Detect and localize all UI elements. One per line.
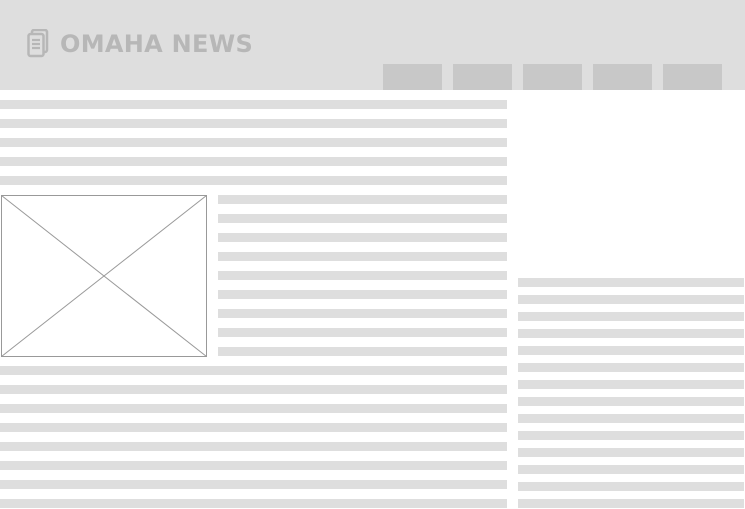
sidebar-line (518, 278, 744, 287)
sidebar-line (518, 431, 744, 440)
site-title: OMAHA NEWS (60, 30, 254, 58)
site-logo[interactable]: OMAHA NEWS (27, 29, 253, 59)
text-line (0, 176, 507, 185)
sidebar-line (518, 499, 744, 508)
sidebar-line (518, 363, 744, 372)
nav-tab-3[interactable] (523, 64, 582, 90)
nav-tab-2[interactable] (453, 64, 512, 90)
text-line (218, 214, 507, 223)
text-line (0, 385, 507, 394)
newspaper-icon (27, 29, 49, 58)
text-line (218, 290, 507, 299)
text-line (218, 271, 507, 280)
text-line (0, 119, 507, 128)
sidebar-line (518, 312, 744, 321)
sidebar-line (518, 414, 744, 423)
sidebar-line (518, 397, 744, 406)
sidebar-line (518, 448, 744, 457)
nav-tab-5[interactable] (663, 64, 722, 90)
text-line (0, 442, 507, 451)
text-line (218, 328, 507, 337)
text-line (0, 423, 507, 432)
sidebar-line (518, 346, 744, 355)
sidebar-line (518, 295, 744, 304)
text-line (218, 252, 507, 261)
text-line (218, 233, 507, 242)
text-line (218, 195, 507, 204)
text-line (0, 100, 507, 109)
sidebar-line (518, 329, 744, 338)
text-line (218, 347, 507, 356)
sidebar-line (518, 380, 744, 389)
site-header: OMAHA NEWS (0, 0, 745, 90)
sidebar-line (518, 482, 744, 491)
nav-tab-4[interactable] (593, 64, 652, 90)
text-line (0, 138, 507, 147)
text-line (0, 499, 507, 508)
image-placeholder (1, 195, 207, 357)
nav-tab-1[interactable] (383, 64, 442, 90)
text-line (0, 157, 507, 166)
text-line (0, 480, 507, 489)
text-line (0, 461, 507, 470)
text-line (0, 366, 507, 375)
text-line (0, 404, 507, 413)
text-line (218, 309, 507, 318)
sidebar-line (518, 465, 744, 474)
